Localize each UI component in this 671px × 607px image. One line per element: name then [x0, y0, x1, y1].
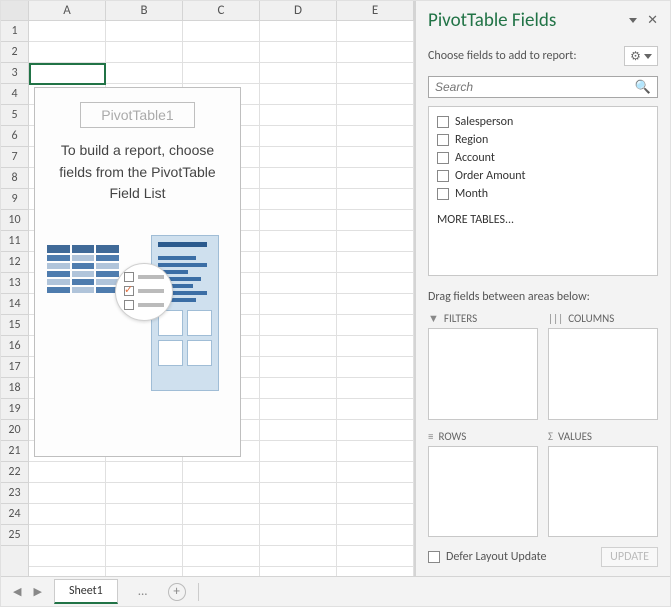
pivottable-instruction: To build a report, choose fields from th… [43, 140, 232, 205]
row-header[interactable]: 2 [1, 42, 28, 63]
pane-title: PivotTable Fields [428, 9, 556, 32]
pivottable-name: PivotTable1 [80, 102, 194, 128]
columns-icon: ||| [548, 312, 563, 325]
drag-areas-label: Drag fields between areas below: [428, 290, 658, 304]
checkbox[interactable] [437, 188, 449, 200]
field-item[interactable]: Account [437, 149, 649, 167]
filter-icon: ▼ [428, 312, 439, 325]
row-header[interactable]: 23 [1, 483, 28, 504]
chevron-down-icon [644, 54, 652, 59]
checkbox[interactable] [437, 116, 449, 128]
row-header[interactable]: 11 [1, 231, 28, 252]
row-header[interactable]: 7 [1, 147, 28, 168]
rows-area-label: ROWS [438, 430, 466, 443]
values-drop-area[interactable] [548, 446, 658, 538]
row-header[interactable]: 4 [1, 84, 28, 105]
row-header[interactable]: 9 [1, 189, 28, 210]
rows-drop-area[interactable] [428, 446, 538, 538]
sheet-tab-active[interactable]: Sheet1 [54, 579, 118, 604]
sheet-tab-more[interactable]: ... [130, 580, 156, 603]
next-sheet-arrow[interactable]: ▶ [33, 585, 41, 598]
select-all-corner[interactable] [1, 1, 29, 20]
checkbox[interactable] [437, 152, 449, 164]
row-header[interactable]: 18 [1, 378, 28, 399]
row-header[interactable]: 15 [1, 315, 28, 336]
update-button[interactable]: UPDATE [601, 547, 658, 567]
row-header[interactable]: 1 [1, 21, 28, 42]
field-search[interactable]: 🔍 [428, 76, 658, 98]
row-header[interactable]: 8 [1, 168, 28, 189]
choose-fields-label: Choose fields to add to report: [428, 49, 577, 63]
pane-options-dropdown[interactable] [629, 18, 637, 23]
col-header[interactable]: A [29, 1, 106, 20]
field-item[interactable]: Region [437, 131, 649, 149]
checkbox[interactable] [437, 134, 449, 146]
gear-icon: ⚙ [630, 49, 641, 64]
filters-area-label: FILTERS [444, 312, 477, 325]
col-header[interactable]: E [337, 1, 414, 20]
field-item[interactable]: Order Amount [437, 167, 649, 185]
row-header[interactable]: 17 [1, 357, 28, 378]
add-sheet-button[interactable]: + [168, 583, 186, 601]
field-item[interactable]: Month [437, 185, 649, 203]
row-header[interactable]: 25 [1, 525, 28, 546]
row-header[interactable]: 13 [1, 273, 28, 294]
pivottable-placeholder[interactable]: PivotTable1 To build a report, choose fi… [34, 87, 241, 457]
defer-update-checkbox[interactable] [428, 551, 440, 563]
rows-icon: ≡ [428, 430, 433, 443]
row-header[interactable]: 16 [1, 336, 28, 357]
pivottable-fields-pane: PivotTable Fields ✕ Choose fields to add… [415, 1, 670, 577]
row-header[interactable]: 6 [1, 126, 28, 147]
columns-area-label: COLUMNS [568, 312, 614, 325]
sheet-tab-bar: ◀ ▶ Sheet1 ... + [1, 576, 670, 606]
field-list[interactable]: Salesperson Region Account Order Amount … [428, 106, 658, 276]
more-tables-link[interactable]: MORE TABLES... [437, 213, 649, 227]
row-header[interactable]: 5 [1, 105, 28, 126]
row-header[interactable]: 24 [1, 504, 28, 525]
row-header[interactable]: 20 [1, 420, 28, 441]
spreadsheet-grid[interactable]: A B C D E 123456789101112131415161718192… [1, 1, 415, 577]
values-area-label: VALUES [558, 430, 592, 443]
row-header[interactable]: 3 [1, 63, 28, 84]
layout-options-button[interactable]: ⚙ [624, 46, 658, 66]
search-icon: 🔍 [635, 80, 651, 95]
row-header[interactable]: 10 [1, 210, 28, 231]
values-icon: Σ [548, 430, 553, 443]
pivottable-illustration [43, 235, 232, 395]
defer-update-label: Defer Layout Update [446, 550, 547, 564]
row-header[interactable]: 14 [1, 294, 28, 315]
row-header[interactable]: 19 [1, 399, 28, 420]
prev-sheet-arrow[interactable]: ◀ [13, 585, 21, 598]
row-header[interactable]: 22 [1, 462, 28, 483]
close-icon[interactable]: ✕ [647, 13, 658, 28]
row-header[interactable]: 12 [1, 252, 28, 273]
columns-drop-area[interactable] [548, 328, 658, 420]
search-input[interactable] [435, 80, 635, 94]
field-item[interactable]: Salesperson [437, 113, 649, 131]
row-header[interactable]: 21 [1, 441, 28, 462]
col-header[interactable]: D [260, 1, 337, 20]
checkbox[interactable] [437, 170, 449, 182]
col-header[interactable]: B [106, 1, 183, 20]
col-header[interactable]: C [183, 1, 260, 20]
filters-drop-area[interactable] [428, 328, 538, 420]
selected-cell[interactable] [29, 63, 106, 85]
